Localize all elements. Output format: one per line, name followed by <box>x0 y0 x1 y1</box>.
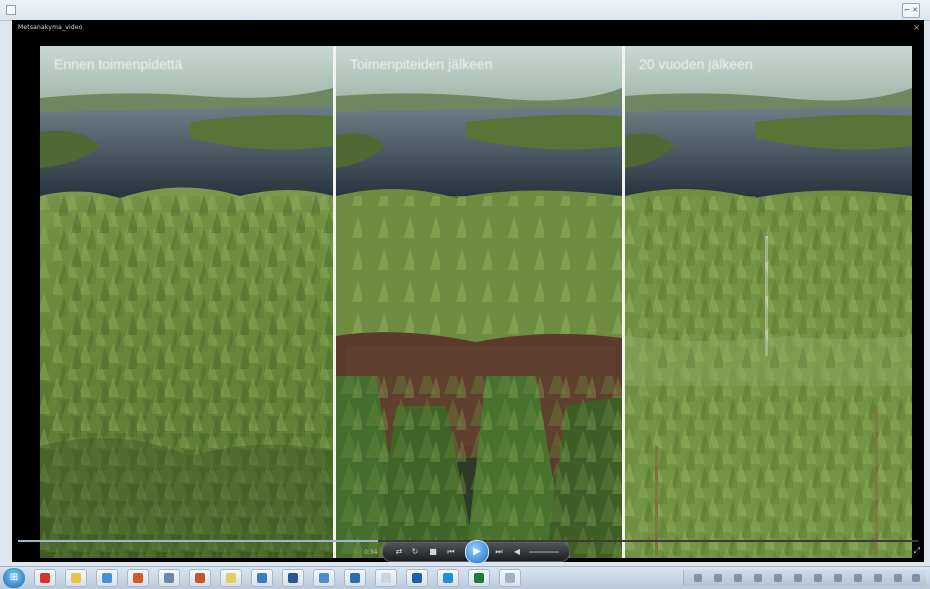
folder-icon[interactable] <box>65 569 87 587</box>
mute-button[interactable]: ◀ <box>511 546 523 558</box>
video-panel-after-treatment: Toimenpiteiden jälkeen <box>336 46 622 558</box>
skype-icon[interactable] <box>437 569 459 587</box>
tray-icon[interactable] <box>874 574 882 582</box>
video-panel-after-20-years: 20 vuoden jälkeen <box>625 46 912 558</box>
system-tray[interactable] <box>683 570 926 586</box>
tray-icon[interactable] <box>814 574 822 582</box>
fullscreen-icon[interactable]: ⤢ <box>914 546 920 556</box>
doc-icon[interactable] <box>344 569 366 587</box>
paint-icon[interactable] <box>189 569 211 587</box>
caption-after-treatment: Toimenpiteiden jälkeen <box>350 56 493 72</box>
caption-before: Ennen toimenpidettä <box>54 56 183 72</box>
tray-icon[interactable] <box>854 574 862 582</box>
tray-icon[interactable] <box>774 574 782 582</box>
time-label: 0:34 <box>364 549 378 556</box>
settings-icon[interactable] <box>499 569 521 587</box>
stop-button[interactable]: ■ <box>427 546 439 558</box>
volume-slider[interactable] <box>529 551 559 553</box>
taskbar: ⊞ <box>0 566 930 589</box>
tray-icon[interactable] <box>912 574 920 582</box>
window-title-bar: ⌐ ✕ <box>0 0 930 21</box>
video-panel-before: Ennen toimenpidettä <box>40 46 333 558</box>
seek-bar-fill <box>18 540 378 542</box>
word-icon[interactable] <box>282 569 304 587</box>
tray-icon[interactable] <box>834 574 842 582</box>
repeat-icon[interactable]: ↻ <box>409 546 421 558</box>
player-title: Metsanakyma_video <box>18 24 83 31</box>
next-button[interactable]: ⏭ <box>493 546 505 558</box>
tray-icon[interactable] <box>794 574 802 582</box>
window-controls-icon[interactable]: ⌐ ✕ <box>902 3 920 18</box>
video-frame[interactable]: Ennen toimenpidettä Toimenpiteiden jälke… <box>40 46 912 558</box>
globe-icon[interactable] <box>251 569 273 587</box>
tray-icon[interactable] <box>754 574 762 582</box>
playback-controls: ⇄ ↻ ■ ⏮ ▶ ⏭ ◀ <box>382 540 570 564</box>
forest-scene-before-image <box>40 46 333 558</box>
tray-icon[interactable] <box>894 574 902 582</box>
outlook-icon[interactable] <box>406 569 428 587</box>
forest-scene-after-20-years-image <box>625 46 912 558</box>
shuffle-icon[interactable]: ⇄ <box>393 546 405 558</box>
play-button[interactable]: ▶ <box>465 540 489 564</box>
media-icon[interactable] <box>96 569 118 587</box>
forest-scene-after-treatment-image <box>336 46 622 558</box>
media-player: Metsanakyma_video × Ennen toimenpidettä … <box>12 20 924 564</box>
tray-icon[interactable] <box>734 574 742 582</box>
office-icon[interactable] <box>127 569 149 587</box>
caption-after-20-years: 20 vuoden jälkeen <box>639 56 753 72</box>
blank-icon[interactable] <box>375 569 397 587</box>
tray-icon[interactable] <box>694 574 702 582</box>
windows-start-icon[interactable]: ⊞ <box>3 568 25 588</box>
browser-icon[interactable] <box>313 569 335 587</box>
media-player-icon <box>6 5 16 15</box>
tray-icon[interactable] <box>714 574 722 582</box>
excel-icon[interactable] <box>468 569 490 587</box>
tool-icon[interactable] <box>158 569 180 587</box>
chrome-icon[interactable] <box>34 569 56 587</box>
close-icon[interactable]: × <box>913 23 920 32</box>
notes-icon[interactable] <box>220 569 242 587</box>
previous-button[interactable]: ⏮ <box>445 546 457 558</box>
